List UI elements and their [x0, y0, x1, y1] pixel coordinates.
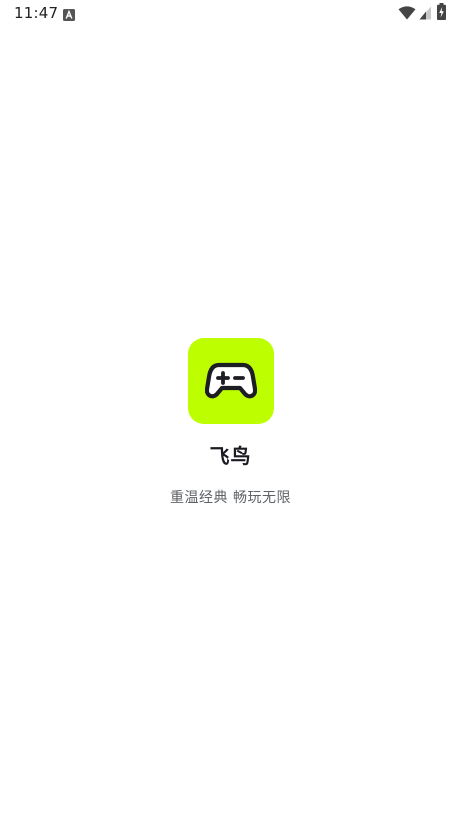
app-tagline: 重温经典 畅玩无限 — [170, 490, 291, 506]
wifi-icon — [398, 5, 416, 20]
notification-a-icon — [63, 6, 75, 21]
cell-signal-icon — [419, 5, 431, 20]
app-icon — [188, 338, 274, 424]
battery-charging-icon — [437, 3, 446, 20]
gamepad-icon — [205, 362, 257, 399]
status-time: 11:47 — [14, 4, 59, 22]
app-name: 飞鸟 — [209, 444, 252, 468]
status-bar: 11:47 — [0, 0, 461, 26]
